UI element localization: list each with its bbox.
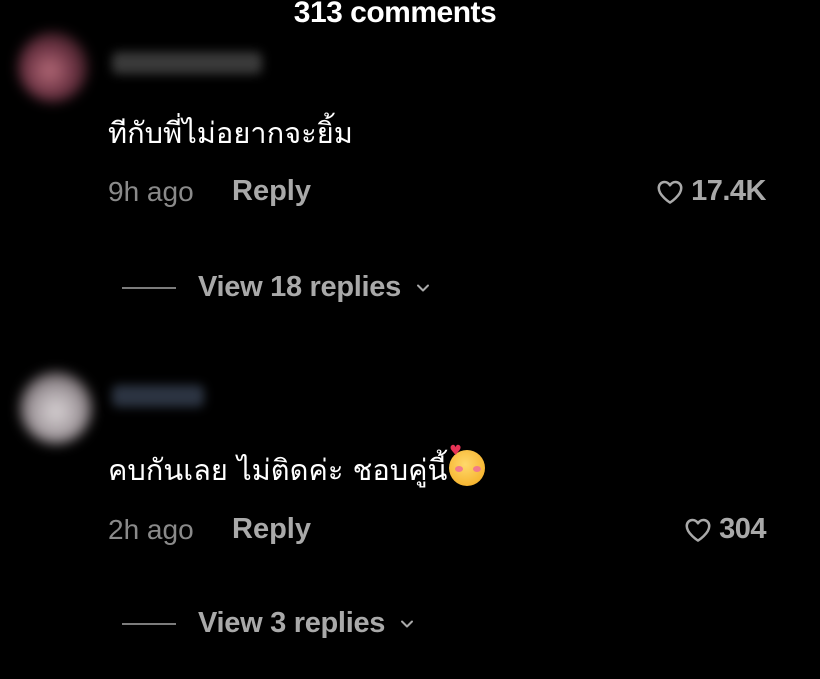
heart-outline-icon[interactable] [683, 515, 713, 545]
avatar[interactable] [18, 32, 88, 102]
username-blurred[interactable] [112, 385, 204, 407]
heart-outline-icon[interactable] [655, 177, 685, 207]
chevron-down-icon [399, 616, 415, 632]
reply-button[interactable]: Reply [232, 513, 311, 546]
username-blurred[interactable] [112, 52, 262, 74]
like-count: 304 [719, 513, 766, 545]
view-replies-label: View 3 replies [198, 607, 386, 639]
comment-text: คบกันเลย ไม่ติดค่ะ ชอบคู่นี้ ♥ [108, 444, 486, 493]
view-replies-label: View 18 replies [198, 271, 401, 303]
like-button[interactable]: 304 [683, 513, 766, 546]
comment-text-content: คบกันเลย ไม่ติดค่ะ ชอบคู่นี้ [108, 453, 448, 487]
like-button[interactable]: 17.4K [655, 175, 766, 208]
like-count: 17.4K [691, 175, 766, 207]
reply-button[interactable]: Reply [232, 175, 311, 208]
smiling-face-with-hearts-icon: ♥ [449, 444, 486, 486]
divider-line [122, 286, 176, 289]
heart-icon: ♥ [449, 443, 462, 459]
view-replies-button[interactable]: View 18 replies [122, 271, 431, 304]
view-replies-button[interactable]: View 3 replies [122, 607, 415, 640]
comment-timestamp: 9h ago [108, 176, 194, 207]
comments-header-title: 313 comments [293, 0, 497, 29]
comment-timestamp: 2h ago [108, 514, 194, 545]
divider-line [122, 622, 176, 625]
comment-text: ทีกับพี่ไม่อยากจะยิ้ม [108, 116, 353, 150]
chevron-down-icon [415, 280, 431, 296]
avatar[interactable] [20, 372, 92, 444]
